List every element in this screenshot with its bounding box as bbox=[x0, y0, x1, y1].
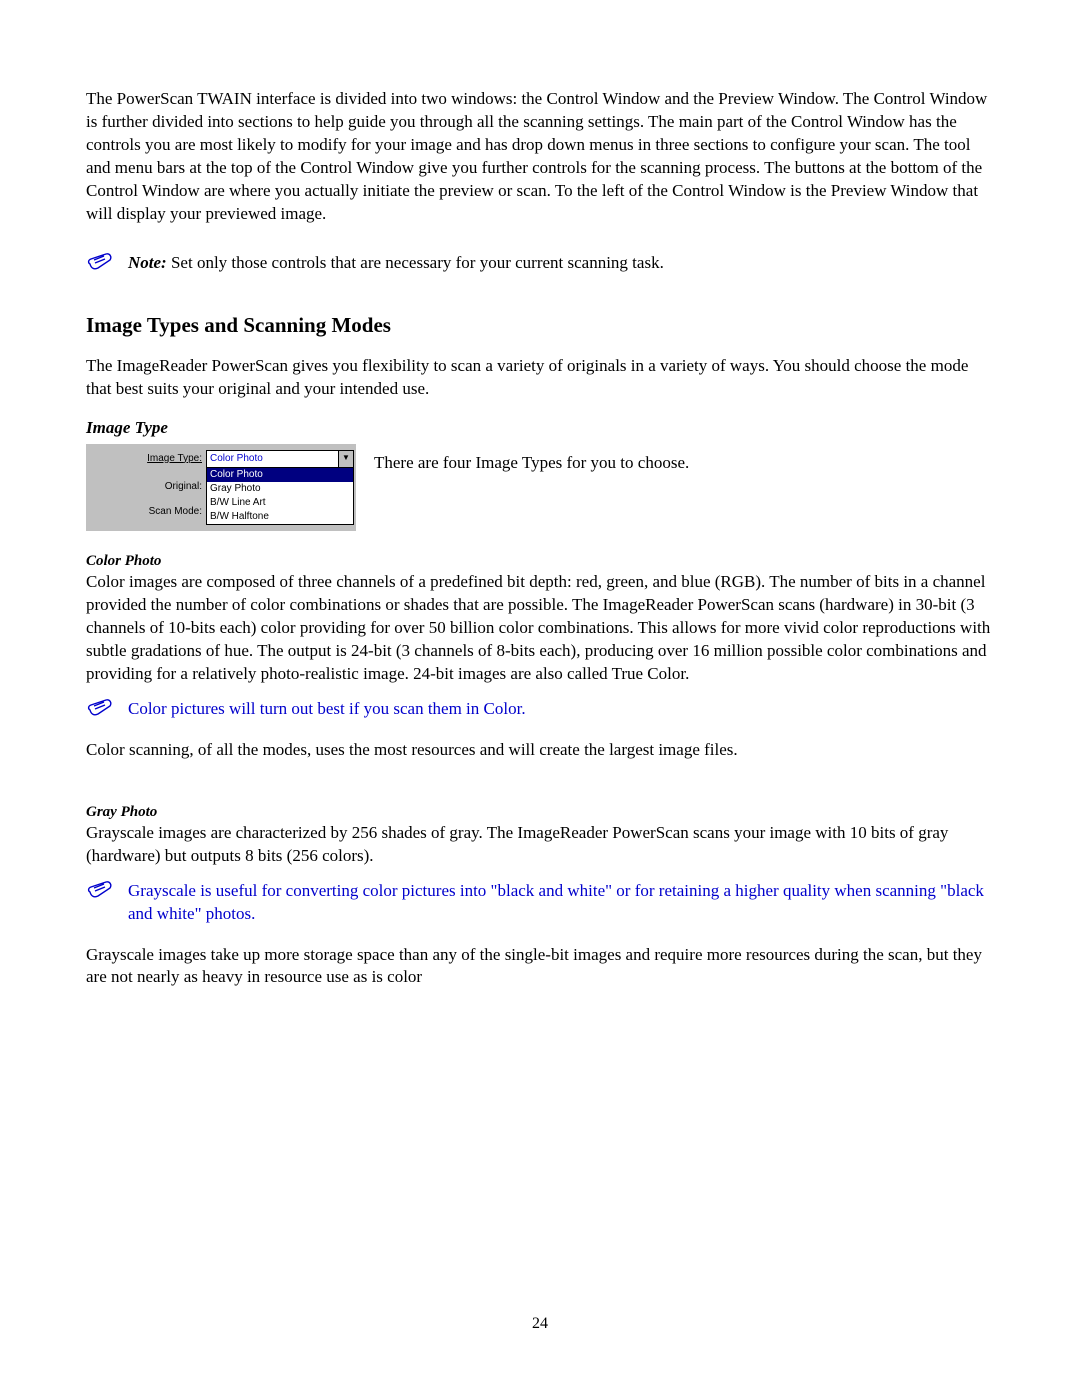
note-block: Note: Set only those controls that are n… bbox=[86, 250, 994, 275]
chevron-down-icon[interactable]: ▼ bbox=[339, 450, 354, 468]
dropdown-label-image-type: Image Type: bbox=[88, 450, 206, 468]
dropdown-selected-text: Color Photo bbox=[210, 452, 263, 466]
note-text: Note: Set only those controls that are n… bbox=[128, 252, 994, 275]
hand-note-icon bbox=[86, 696, 116, 718]
gray-photo-body: Grayscale images are characterized by 25… bbox=[86, 822, 994, 868]
dropdown-option[interactable]: Color Photo bbox=[207, 468, 353, 482]
intro-paragraph: The PowerScan TWAIN interface is divided… bbox=[86, 88, 994, 226]
note-body: Set only those controls that are necessa… bbox=[167, 253, 664, 272]
color-photo-heading: Color Photo bbox=[86, 551, 994, 571]
document-page: The PowerScan TWAIN interface is divided… bbox=[0, 0, 1080, 1397]
gray-photo-tail: Grayscale images take up more storage sp… bbox=[86, 944, 994, 990]
color-photo-body: Color images are composed of three chann… bbox=[86, 571, 994, 686]
note-text: Color pictures will turn out best if you… bbox=[128, 698, 994, 721]
dropdown-side-labels: Original: Scan Mode: bbox=[88, 468, 206, 525]
image-type-dropdown-figure: Image Type: Color Photo ▼ Original: Scan… bbox=[86, 444, 356, 531]
dropdown-selected[interactable]: Color Photo bbox=[206, 450, 339, 468]
image-type-subheading: Image Type bbox=[86, 417, 994, 440]
image-type-caption: There are four Image Types for you to ch… bbox=[374, 444, 689, 475]
image-type-row: Image Type: Color Photo ▼ Original: Scan… bbox=[86, 444, 994, 531]
hand-note-icon bbox=[86, 878, 116, 900]
page-number: 24 bbox=[0, 1313, 1080, 1335]
dropdown-option[interactable]: B/W Halftone bbox=[207, 510, 353, 524]
note-text: Grayscale is useful for converting color… bbox=[128, 880, 994, 926]
note-block: Color pictures will turn out best if you… bbox=[86, 696, 994, 721]
gray-photo-heading: Gray Photo bbox=[86, 802, 994, 822]
dropdown-label-original: Original: bbox=[88, 480, 202, 493]
dropdown-option[interactable]: B/W Line Art bbox=[207, 496, 353, 510]
note-block: Grayscale is useful for converting color… bbox=[86, 878, 994, 926]
dropdown-label-scan-mode: Scan Mode: bbox=[88, 505, 202, 518]
note-label: Note: bbox=[128, 253, 167, 272]
dropdown-option[interactable]: Gray Photo bbox=[207, 482, 353, 496]
modes-intro-paragraph: The ImageReader PowerScan gives you flex… bbox=[86, 355, 994, 401]
section-heading-image-types: Image Types and Scanning Modes bbox=[86, 311, 994, 339]
color-photo-tail: Color scanning, of all the modes, uses t… bbox=[86, 739, 994, 762]
hand-note-icon bbox=[86, 250, 116, 272]
